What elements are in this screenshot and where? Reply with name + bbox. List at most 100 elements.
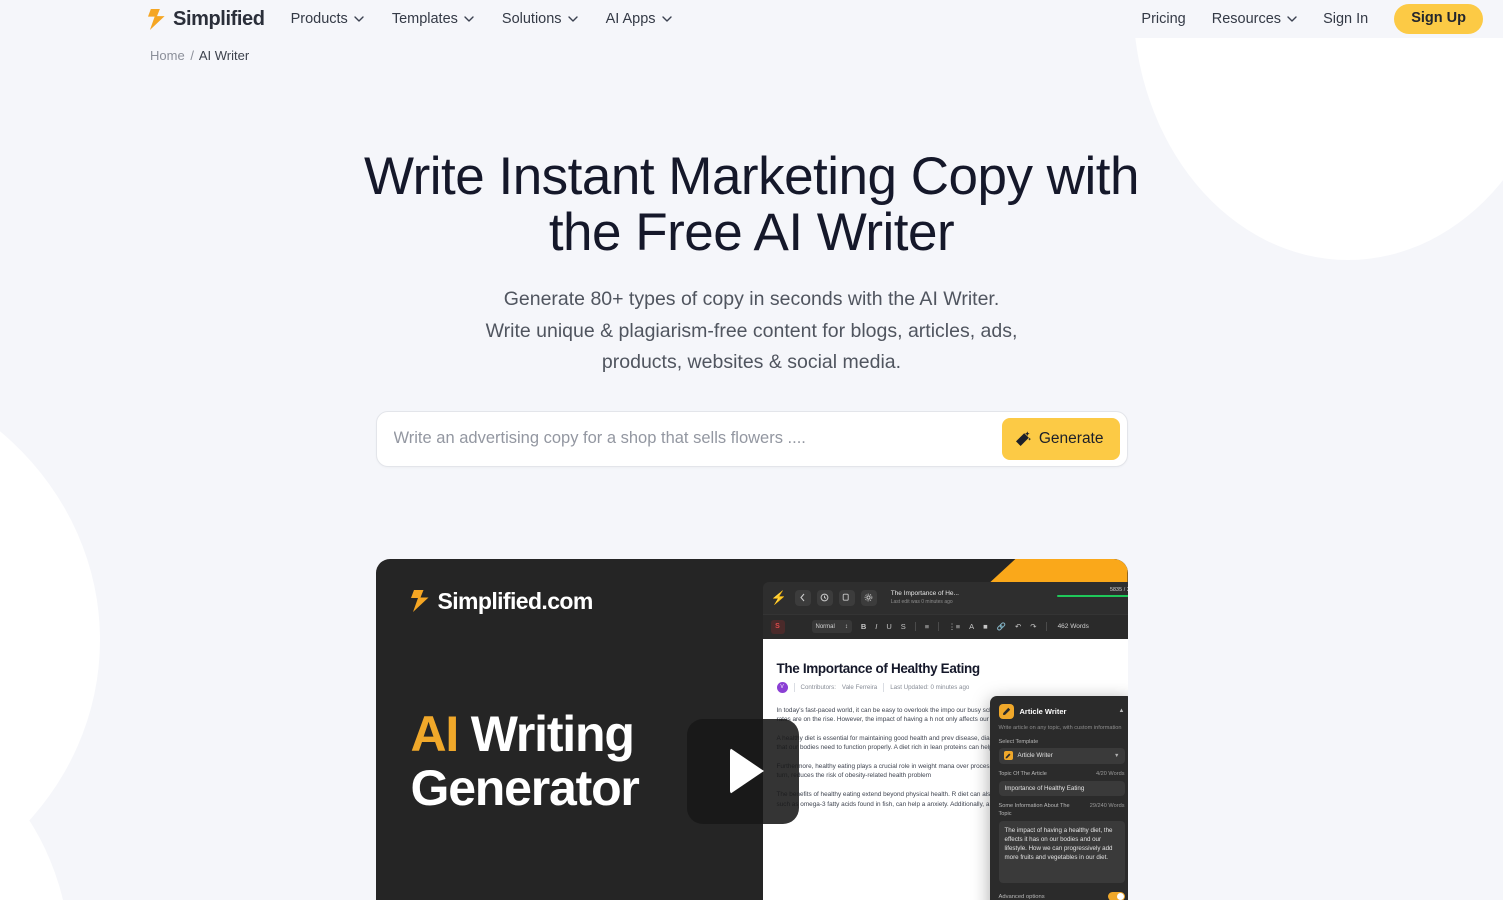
video-headline: AI Writing Generator [410, 705, 640, 816]
play-icon [729, 748, 764, 794]
page-title-line-1: Write Instant Marketing Copy with [364, 147, 1139, 206]
app-document-last-edit: Last edit was 0 minutes ago [890, 599, 953, 605]
back-icon[interactable] [794, 589, 811, 606]
chevron-down-icon [1287, 16, 1297, 22]
nav-item-solutions[interactable]: Solutions [502, 11, 578, 27]
template-select[interactable]: Article Writer ▼ [998, 747, 1125, 764]
align-icon[interactable]: ≡ [925, 623, 929, 631]
avatar: V [776, 681, 788, 693]
strikethrough-icon[interactable]: S [901, 623, 906, 631]
simplified-logo-icon [148, 8, 167, 30]
nav-label: Templates [391, 11, 458, 27]
magic-wand-icon [1015, 430, 1031, 447]
advanced-options-toggle[interactable] [1107, 892, 1125, 900]
italic-icon[interactable]: I [875, 623, 877, 631]
page-title-line-2: the Free AI Writer [548, 203, 955, 262]
page-subtitle-line-2: Write unique & plagiarism-free content f… [485, 319, 1018, 342]
hero-section: Write Instant Marketing Copy with the Fr… [0, 149, 1503, 379]
video-brand-name: Simplified.com [437, 587, 594, 614]
contributors-label: Contributors: [800, 683, 836, 691]
text-style-value: Normal [815, 623, 835, 630]
link-icon[interactable]: 🔗 [997, 623, 1006, 631]
page-subtitle-line-1: Generate 80+ types of copy in seconds wi… [503, 288, 1000, 310]
redo-icon[interactable]: ↷ [1030, 623, 1036, 631]
secondary-navigation: Pricing Resources Sign In Sign Up [1141, 4, 1483, 34]
site-header: Simplified Products Templates Solutions … [0, 0, 1503, 38]
nav-item-pricing[interactable]: Pricing [1141, 11, 1185, 27]
topic-input[interactable]: Importance of Healthy Eating [998, 781, 1125, 796]
text-color-icon[interactable]: A [969, 623, 974, 631]
nav-item-resources[interactable]: Resources [1212, 11, 1297, 27]
copy-icon[interactable] [838, 589, 855, 606]
chevron-updown-icon: ↕ [844, 623, 848, 630]
primary-navigation: Products Templates Solutions AI Apps [291, 11, 672, 27]
generate-button[interactable]: Generate [1001, 417, 1120, 460]
app-word-count: 462 Words [1057, 623, 1089, 630]
app-doc-heading: The Importance of Healthy Eating [776, 660, 981, 676]
underline-icon[interactable]: U [886, 623, 891, 631]
chevron-up-icon[interactable]: ▲ [1119, 708, 1125, 714]
prompt-search-bar: Generate [375, 410, 1128, 467]
nav-item-sign-in[interactable]: Sign In [1323, 11, 1368, 27]
advanced-options-row[interactable]: Advanced options [999, 892, 1125, 900]
app-brand-badge-icon: S [770, 619, 785, 634]
settings-icon[interactable] [860, 589, 877, 606]
article-writer-description: Write article on any topic, with custom … [998, 724, 1122, 731]
bold-icon[interactable]: B [861, 623, 866, 631]
template-select-value: Article Writer [1017, 752, 1053, 759]
app-document-title-block: The Importance of He... Last edit was 0 … [891, 589, 959, 606]
nav-item-products[interactable]: Products [291, 11, 364, 27]
chevron-down-icon [567, 16, 578, 22]
nav-label: Resources [1211, 11, 1282, 27]
pencil-icon [1003, 751, 1013, 760]
app-credits-progress-bar [1056, 594, 1128, 597]
article-writer-header[interactable]: Article Writer ▲ [998, 703, 1125, 719]
info-label: Some Information About The Topic [998, 803, 1070, 817]
nav-item-templates[interactable]: Templates [392, 11, 474, 27]
wave-blob-left-upper [0, 360, 100, 900]
chevron-down-icon [464, 16, 474, 22]
contributor-name: Vale Ferreira [841, 683, 878, 691]
info-textarea[interactable]: The impact of having a healthy diet, the… [998, 821, 1125, 883]
app-credits-meter: 5835 / 252000 credits used [1056, 586, 1128, 597]
page-subtitle-line-3: products, websites & social media. [601, 351, 902, 373]
text-style-select[interactable]: Normal ↕ [811, 620, 852, 633]
chevron-down-icon: ▼ [1114, 752, 1120, 759]
video-headline-ai: AI [410, 705, 460, 762]
nav-label: AI Apps [605, 11, 656, 27]
meta-divider [793, 682, 795, 692]
select-template-label: Select Template [998, 738, 1039, 745]
prompt-input[interactable] [376, 411, 1002, 466]
undo-icon[interactable]: ↶ [1015, 623, 1021, 631]
brand-logo[interactable]: Simplified [148, 8, 265, 31]
breadcrumb-current: AI Writer [198, 48, 250, 63]
video-headline-rest: Writing [458, 705, 635, 762]
app-top-toolbar: ⚡ The Importance of He... Last edit was … [762, 581, 1128, 614]
video-brand-logo: Simplified.com [410, 587, 594, 615]
nav-item-ai-apps[interactable]: AI Apps [606, 11, 672, 27]
page-title: Write Instant Marketing Copy with the Fr… [0, 149, 1503, 261]
toolbar-divider [914, 622, 916, 631]
sign-up-button[interactable]: Sign Up [1394, 4, 1483, 34]
generate-button-label: Generate [1038, 429, 1104, 447]
simplified-logo-icon [410, 590, 431, 612]
nav-label: Solutions [501, 11, 562, 27]
video-headline-line-2: Generator [410, 759, 640, 816]
breadcrumb-home-link[interactable]: Home [150, 48, 185, 63]
highlight-icon[interactable]: ■ [983, 623, 988, 631]
play-video-button[interactable] [686, 718, 799, 824]
breadcrumb-separator: / [190, 48, 194, 63]
topic-label-row: Topic Of The Article 4/20 Words [999, 771, 1125, 779]
info-word-count: 29/240 Words [1089, 803, 1125, 809]
video-preview-card[interactable]: Simplified.com AI Writing Generator ⚡ Th… [375, 558, 1128, 900]
nav-label: Sign In [1323, 11, 1369, 27]
last-updated: Last Updated: 0 minutes ago [890, 683, 970, 691]
page-subtitle: Generate 80+ types of copy in seconds wi… [0, 284, 1503, 379]
app-credits-value: 5835 / 252000 [1109, 586, 1128, 593]
chevron-down-icon [354, 16, 364, 22]
history-icon[interactable] [816, 589, 833, 606]
article-writer-panel: Article Writer ▲ Write article on any to… [989, 695, 1128, 900]
chevron-down-icon [661, 16, 672, 22]
app-logo-icon: ⚡ [770, 590, 787, 605]
list-icon[interactable]: ⋮≡ [948, 623, 960, 631]
